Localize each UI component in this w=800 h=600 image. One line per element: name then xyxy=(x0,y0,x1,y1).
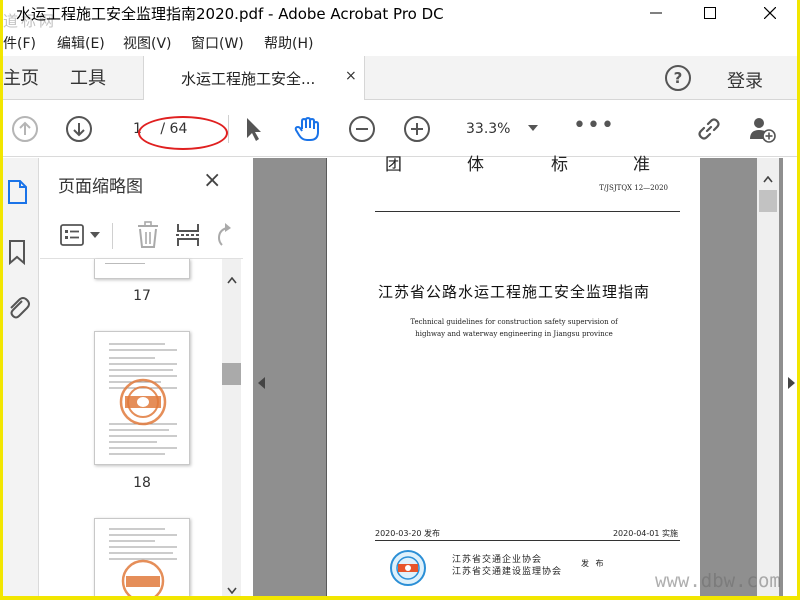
standard-code: T/JSJTQX 12—2020 xyxy=(599,184,668,192)
header-rule xyxy=(375,211,680,212)
header-char: 体 xyxy=(467,155,484,175)
next-page-icon[interactable] xyxy=(65,115,93,143)
document-scrollbar[interactable] xyxy=(757,158,779,596)
tab-document[interactable]: 水运工程施工安全... × xyxy=(143,56,365,100)
header-char: 团 xyxy=(385,155,402,175)
panel-toolbar xyxy=(40,213,243,259)
tab-bar: 主页 工具 水运工程施工安全... × ? 登录 xyxy=(3,56,797,100)
page-thumbnail[interactable] xyxy=(94,259,190,279)
menu-view[interactable]: 视图(V) xyxy=(123,33,172,53)
share-link-icon[interactable] xyxy=(695,115,723,143)
tab-home[interactable]: 主页 xyxy=(3,64,39,90)
login-button[interactable]: 登录 xyxy=(727,67,763,93)
header-char: 准 xyxy=(633,155,650,175)
red-highlight-ellipse xyxy=(138,116,228,150)
scroll-up-icon[interactable] xyxy=(763,176,773,183)
maximize-button[interactable] xyxy=(687,0,733,25)
effective-date: 2020-04-01 实施 xyxy=(612,529,678,538)
more-tools-icon[interactable]: ••• xyxy=(573,113,615,138)
issue-date: 2020-03-20 发布 xyxy=(375,529,441,538)
menu-file[interactable]: 件(F) xyxy=(3,33,36,53)
thumb-text-line xyxy=(105,263,145,264)
header-char: 标 xyxy=(551,155,568,175)
page-thumbnail[interactable] xyxy=(94,518,190,596)
menu-edit[interactable]: 编辑(E) xyxy=(57,33,105,53)
minimize-button[interactable] xyxy=(633,0,679,25)
chevron-down-icon[interactable] xyxy=(528,125,538,131)
tab-document-label: 水运工程施工安全... xyxy=(181,70,316,88)
english-title-line: highway and waterway engineering in Jian… xyxy=(415,330,613,338)
maximize-icon xyxy=(704,6,716,19)
rotate-icon[interactable] xyxy=(213,222,235,248)
thumbnail-page-label: 17 xyxy=(133,288,151,304)
insert-page-icon[interactable] xyxy=(175,222,201,248)
menu-window[interactable]: 窗口(W) xyxy=(191,33,244,53)
english-title-line: Technical guidelines for construction sa… xyxy=(410,318,618,326)
menu-bar: 件(F) 编辑(E) 视图(V) 窗口(W) 帮助(H) xyxy=(3,29,797,55)
scroll-down-icon[interactable] xyxy=(227,587,237,594)
window-title: 水运工程施工安全监理指南2020.pdf - Adobe Acrobat Pro… xyxy=(16,5,444,23)
expand-right-pane-icon[interactable] xyxy=(788,377,795,389)
add-user-icon[interactable] xyxy=(748,115,776,143)
publish-label: 发 布 xyxy=(581,559,606,568)
hand-tool-icon[interactable] xyxy=(293,115,321,143)
help-button[interactable]: ? xyxy=(665,65,691,91)
attachment-icon[interactable] xyxy=(5,293,31,321)
zoom-in-icon[interactable] xyxy=(403,115,431,143)
thumbnail-scrollbar[interactable] xyxy=(222,259,241,596)
page-thumbnails-icon[interactable] xyxy=(5,178,31,206)
scroll-up-icon[interactable] xyxy=(227,277,237,284)
pdf-page: 团 体 标 准 T/JSJTQX 12—2020 江苏省公路水运工程施工安全监理… xyxy=(326,155,700,596)
thumbnail-panel: 页面缩略图 × 17 18 xyxy=(40,158,243,596)
zoom-out-icon[interactable] xyxy=(348,115,376,143)
footer-rule xyxy=(375,540,680,541)
panel-title: 页面缩略图 xyxy=(58,177,143,197)
acrobat-window: 道标网 水运工程施工安全监理指南2020.pdf - Adobe Acrobat… xyxy=(3,0,797,596)
previous-page-icon[interactable] xyxy=(11,115,39,143)
thumbnail-page-label: 18 xyxy=(133,475,151,491)
panel-close-button[interactable]: × xyxy=(203,168,221,193)
toolbar: 1 / 64 33.3% ••• xyxy=(3,101,797,157)
page-thumbnail[interactable] xyxy=(94,331,190,465)
document-view[interactable]: 团 体 标 准 T/JSJTQX 12—2020 江苏省公路水运工程施工安全监理… xyxy=(253,155,795,596)
scrollbar-thumb[interactable] xyxy=(759,190,777,212)
bookmark-icon[interactable] xyxy=(5,238,31,266)
options-list-icon[interactable] xyxy=(60,223,86,247)
site-watermark: www.dbw.com xyxy=(655,570,781,592)
collapse-left-pane-icon[interactable] xyxy=(258,377,265,389)
scrollbar-thumb[interactable] xyxy=(222,363,241,385)
close-icon xyxy=(764,6,776,19)
toolbar-divider xyxy=(228,115,229,143)
document-title: 江苏省公路水运工程施工安全监理指南 xyxy=(377,283,650,301)
left-nav-pane xyxy=(3,158,39,596)
close-window-button[interactable] xyxy=(747,0,793,25)
thumbnail-content xyxy=(109,528,177,596)
chevron-down-icon[interactable] xyxy=(90,231,100,239)
select-cursor-icon[interactable] xyxy=(239,115,267,143)
association-logo-icon xyxy=(390,550,426,586)
minimize-icon xyxy=(650,12,662,13)
zoom-level[interactable]: 33.3% xyxy=(466,121,510,137)
thumbnail-content xyxy=(109,343,177,455)
menu-help[interactable]: 帮助(H) xyxy=(264,33,313,53)
tab-close-button[interactable]: × xyxy=(345,68,357,84)
tab-tools[interactable]: 工具 xyxy=(70,64,106,90)
trash-icon[interactable] xyxy=(136,221,160,249)
title-bar: 道标网 水运工程施工安全监理指南2020.pdf - Adobe Acrobat… xyxy=(3,0,797,30)
panel-divider xyxy=(112,223,113,249)
publisher-name: 江苏省交通建设监理协会 xyxy=(452,567,563,577)
